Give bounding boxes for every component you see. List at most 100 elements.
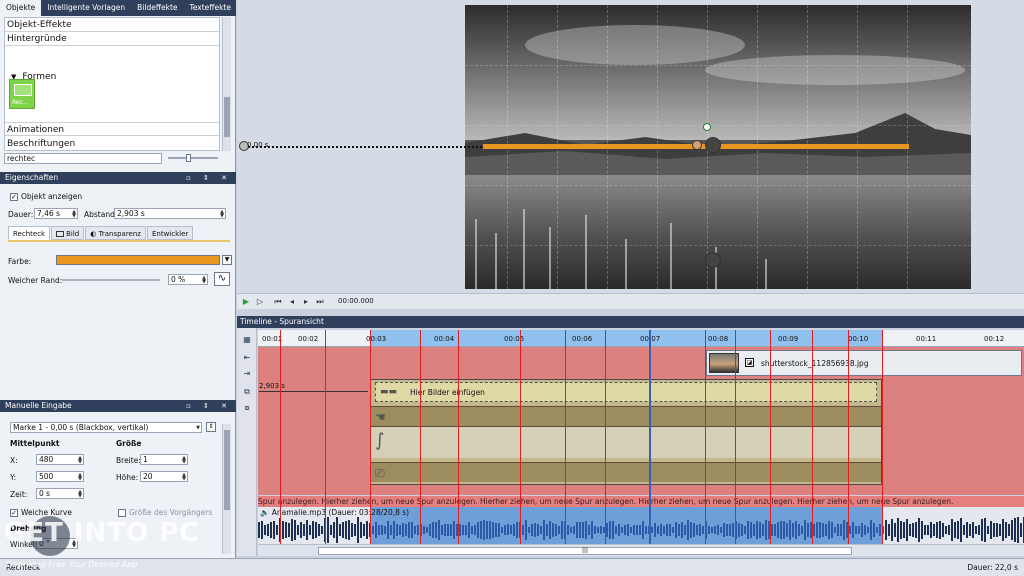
marker-line[interactable] bbox=[848, 330, 849, 544]
timeline-scrollbar[interactable]: ||| bbox=[258, 544, 1024, 556]
tab-entwickler[interactable]: Entwickler bbox=[146, 226, 194, 240]
spacing-field[interactable]: 2,903 s ▲ ▼ bbox=[114, 208, 226, 219]
waveform-bar bbox=[900, 520, 902, 540]
timeline-ruler[interactable]: 00:01 00:02 00:03 00:04 00:05 00:06 00:0… bbox=[258, 330, 1024, 347]
rotate-handle[interactable] bbox=[703, 123, 711, 131]
object-list-scrollbar[interactable] bbox=[222, 17, 231, 151]
scroll-thumb[interactable] bbox=[224, 97, 230, 137]
jump-end-icon[interactable]: ⏭ bbox=[315, 297, 325, 307]
marker-line[interactable] bbox=[770, 330, 771, 544]
marker-line[interactable] bbox=[325, 330, 326, 544]
waveform-bar bbox=[318, 524, 320, 536]
rectangle-shape-tile[interactable]: Rec... bbox=[9, 79, 35, 109]
waveform-bar bbox=[642, 521, 644, 539]
category-objekt-effekte[interactable]: Objekt-Effekte bbox=[5, 18, 219, 32]
tab-objekte[interactable]: Objekte bbox=[0, 0, 42, 16]
y-field[interactable]: 500 ▲ ▼ bbox=[36, 471, 84, 482]
checkbox-icon[interactable]: ✓ bbox=[10, 193, 18, 201]
waveform-bar bbox=[618, 523, 620, 537]
marker-value: Marke 1 - 0,00 s (Blackbox, vertikal) bbox=[13, 423, 149, 432]
image-clip[interactable]: ◪ shutterstock_112856938.jpg bbox=[706, 350, 1022, 376]
width-field[interactable]: 1 ▲ ▼ bbox=[140, 454, 188, 465]
slider-knob[interactable] bbox=[186, 154, 191, 162]
center-handle[interactable] bbox=[705, 137, 721, 153]
tab-bild[interactable]: Bild bbox=[51, 226, 85, 240]
marker-select[interactable]: Marke 1 - 0,00 s (Blackbox, vertikal) ▼ bbox=[10, 422, 202, 433]
waveform-bar bbox=[471, 526, 473, 534]
tab-texteffekte[interactable]: Texteffekte bbox=[184, 0, 237, 16]
category-hintergruende[interactable]: Hintergründe bbox=[5, 32, 219, 46]
insert-track-icon[interactable]: ⇤ bbox=[241, 352, 253, 363]
blackbox-camera-track[interactable]: ⎚ bbox=[371, 462, 881, 482]
x-field[interactable]: 480 ▲ ▼ bbox=[36, 454, 84, 465]
marker-line[interactable] bbox=[812, 330, 813, 544]
marker-line[interactable] bbox=[565, 330, 566, 544]
duration-field[interactable]: 7,46 s ▲ ▼ bbox=[34, 208, 78, 219]
resize-handle[interactable] bbox=[692, 140, 702, 150]
jump-start-icon[interactable]: ⏮ bbox=[273, 297, 283, 307]
spin-icon[interactable]: ▲ ▼ bbox=[72, 210, 76, 219]
show-object-label: Objekt anzeigen bbox=[21, 192, 83, 201]
drop-hint-row[interactable]: Spur anzulegen. Hierher ziehen, um neue … bbox=[258, 496, 1024, 507]
marker-line[interactable] bbox=[420, 330, 421, 544]
tab-rechteck[interactable]: Rechteck bbox=[8, 226, 51, 240]
panel-window-icons[interactable]: ▫ ⇕ ✕ bbox=[186, 400, 232, 412]
tab-bildeffekte[interactable]: Bildeffekte bbox=[131, 0, 183, 16]
waveform-bar bbox=[867, 526, 869, 534]
blackbox-object[interactable]: ▬▬ Hier Bilder einfügen ☚ ∫ ⎚ bbox=[370, 379, 882, 485]
spin-icon[interactable]: ▲ ▼ bbox=[182, 456, 186, 465]
step-forward-icon[interactable]: ▸ bbox=[301, 297, 311, 307]
panel-window-icons[interactable]: ▫ ⇕ ✕ bbox=[186, 172, 232, 184]
spin-icon[interactable]: ▲ ▼ bbox=[78, 473, 82, 482]
color-swatch[interactable] bbox=[56, 255, 220, 265]
tab-transparenz[interactable]: ◐ Transparenz bbox=[85, 226, 146, 240]
chevron-down-icon[interactable]: ▼ bbox=[196, 426, 200, 431]
scroll-thumb[interactable]: ||| bbox=[318, 547, 852, 555]
category-beschriftungen[interactable]: Beschriftungen bbox=[5, 137, 219, 150]
audio-track[interactable]: 🔈 Anamalie.mp3 (Dauer: 03:28/20,8 s) bbox=[258, 507, 1024, 544]
blackbox-motion-track[interactable]: ∫ bbox=[371, 426, 881, 458]
soft-edge-field[interactable]: 0 % ▲ ▼ bbox=[168, 274, 208, 285]
manual-scrollbar[interactable] bbox=[222, 424, 231, 554]
marker-line[interactable] bbox=[370, 330, 371, 544]
show-object-option[interactable]: ✓ Objekt anzeigen bbox=[10, 192, 82, 201]
spin-icon[interactable]: ▲ ▼ bbox=[220, 210, 224, 219]
soft-edge-slider[interactable] bbox=[62, 279, 160, 281]
curve-icon[interactable]: ∿ bbox=[214, 272, 230, 286]
waveform-bar bbox=[813, 524, 815, 536]
blackbox-drop-zone[interactable]: ▬▬ Hier Bilder einfügen bbox=[375, 382, 877, 402]
blackbox-track[interactable]: ☚ bbox=[371, 406, 881, 426]
spin-icon[interactable]: ▲ ▼ bbox=[202, 276, 206, 285]
marker-line[interactable] bbox=[882, 330, 883, 544]
play-selection-icon[interactable]: ▷ bbox=[255, 297, 265, 307]
grid-icon[interactable]: ▦ bbox=[241, 334, 253, 345]
ungroup-icon[interactable]: ⧇ bbox=[241, 402, 253, 413]
time-field[interactable]: 0 s ▲ ▼ bbox=[36, 488, 84, 499]
marker-line[interactable] bbox=[520, 330, 521, 544]
add-track-icon[interactable]: ⇥ bbox=[241, 368, 253, 379]
height-field[interactable]: 20 ▲ ▼ bbox=[140, 471, 188, 482]
chevron-down-icon[interactable]: ▼ bbox=[222, 255, 232, 265]
spin-icon[interactable]: ▲ ▼ bbox=[182, 473, 186, 482]
step-back-icon[interactable]: ◂ bbox=[287, 297, 297, 307]
category-formen[interactable]: ▼ Formen bbox=[5, 70, 219, 84]
scroll-thumb[interactable] bbox=[224, 430, 230, 510]
spin-icon[interactable]: ▲ ▼ bbox=[78, 490, 82, 499]
play-icon[interactable]: ▶ bbox=[241, 297, 251, 307]
spin-icon[interactable]: ▲ ▼ bbox=[78, 456, 82, 465]
marker-line[interactable] bbox=[605, 330, 606, 544]
marker-line[interactable] bbox=[735, 330, 736, 544]
playhead[interactable] bbox=[649, 330, 651, 544]
marker-stepper[interactable]: ⇕ bbox=[206, 422, 216, 432]
marker-line[interactable] bbox=[705, 330, 706, 544]
waveform-bar bbox=[285, 522, 287, 538]
object-search-input[interactable]: rechtec bbox=[4, 153, 162, 164]
tile-size-slider[interactable] bbox=[168, 157, 218, 159]
category-animationen[interactable]: Animationen bbox=[5, 122, 219, 136]
group-icon[interactable]: ⧉ bbox=[241, 386, 253, 397]
marker-line[interactable] bbox=[458, 330, 459, 544]
marker-line[interactable] bbox=[280, 330, 281, 544]
tab-intelligente-vorlagen[interactable]: Intelligente Vorlagen bbox=[41, 0, 131, 16]
path-end-handle[interactable] bbox=[705, 252, 721, 268]
waveform-bar bbox=[945, 525, 947, 535]
